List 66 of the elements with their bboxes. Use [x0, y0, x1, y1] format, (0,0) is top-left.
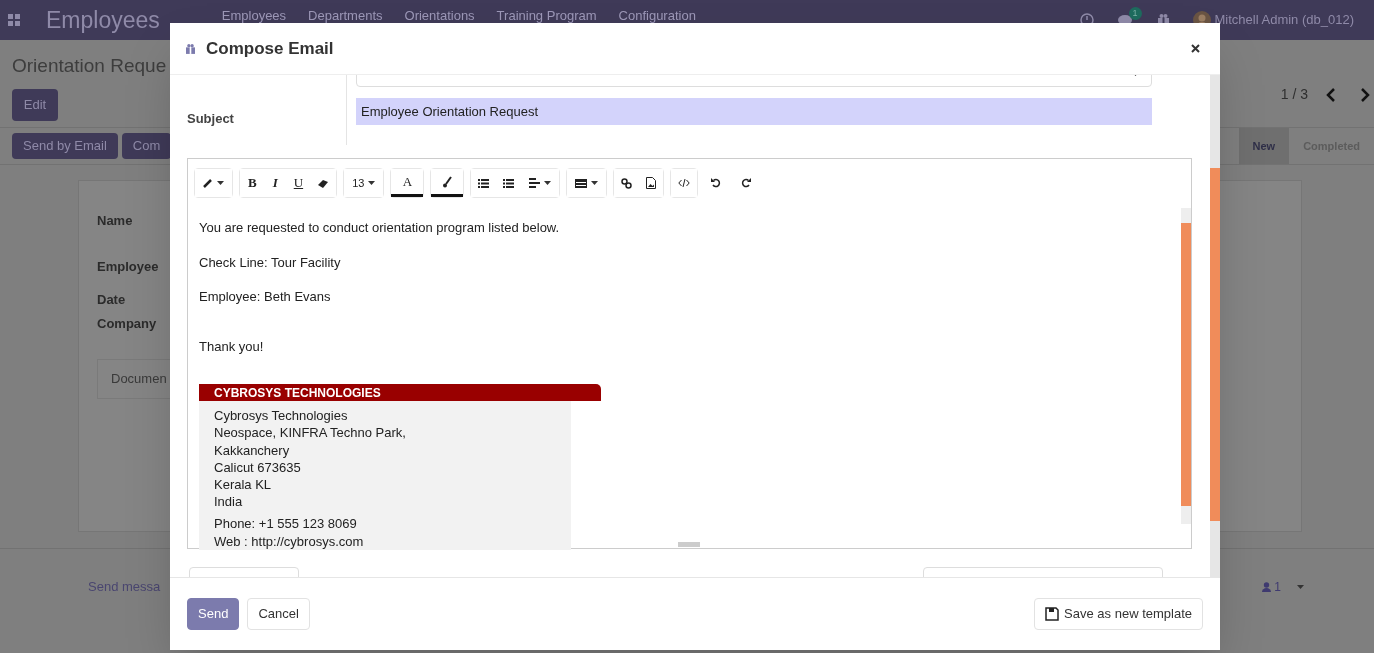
menu-item[interactable]: Employees	[221, 9, 287, 22]
next-icon[interactable]	[1360, 87, 1370, 102]
save-template-button[interactable]: Save as new template	[1034, 598, 1203, 630]
message-count-badge: 1	[1128, 6, 1142, 20]
numbered-list-icon	[503, 178, 515, 188]
body-text: You are requested to conduct orientation program listed below.	[199, 219, 561, 237]
menu-item[interactable]: Departments	[308, 9, 383, 22]
resize-handle[interactable]	[678, 542, 700, 547]
gift-icon	[186, 43, 195, 54]
follower-count[interactable]: 1	[1274, 577, 1281, 596]
cancel-button[interactable]: Cancel	[247, 598, 310, 630]
pen-icon	[203, 178, 213, 188]
address-line: Kerala KL	[214, 476, 273, 494]
eraser-icon	[318, 178, 330, 188]
bulleted-list-icon	[478, 178, 490, 188]
font-size-button[interactable]: 13	[344, 169, 384, 197]
user-name[interactable]: Mitchell Admin (db_012)	[1214, 10, 1354, 30]
breadcrumb: Orientation Reque	[12, 54, 167, 78]
menu-item[interactable]: Configuration	[618, 9, 696, 22]
signature-heading: CYBROSYS TECHNOLOGIES	[199, 384, 601, 401]
send-message-link[interactable]: Send messa	[88, 577, 161, 597]
action-button[interactable]: Send by Email	[12, 133, 118, 159]
action-button[interactable]: Com	[121, 133, 172, 159]
contact-line: Web : http://cybrosys.com	[214, 532, 365, 550]
address-line: Kakkanchery	[214, 441, 291, 459]
table-icon	[575, 178, 588, 188]
previous-icon[interactable]	[1326, 87, 1336, 102]
field-label: Subject	[187, 111, 234, 126]
image-file-icon	[646, 177, 657, 189]
close-icon[interactable]	[1191, 44, 1200, 53]
pager-text: 1 / 3	[1280, 85, 1308, 104]
align-icon	[529, 178, 541, 188]
subject-field[interactable]: Employee Orientation Request	[356, 98, 1152, 125]
send-button[interactable]: Send	[187, 598, 240, 630]
body-text: Thank you!	[199, 337, 265, 356]
table-button[interactable]	[567, 169, 607, 197]
field-label: Name	[97, 212, 133, 230]
font-color-button[interactable]: A	[391, 169, 424, 197]
redo-icon	[741, 178, 752, 188]
body-text: Employee: Beth Evans	[199, 288, 332, 306]
field-label: Employee	[97, 257, 159, 276]
address-line: India	[214, 493, 244, 511]
field-label: Date	[97, 291, 126, 309]
address-line: Cybrosys Technologies	[214, 407, 349, 425]
code-view-button[interactable]	[671, 169, 698, 197]
address-line: Neospace, KINFRA Techno Park,	[214, 424, 407, 442]
apps-menu-icon[interactable]	[8, 14, 20, 26]
code-icon	[678, 179, 691, 187]
email-editor[interactable]	[187, 158, 1192, 549]
undo-icon	[711, 178, 722, 188]
field-label: Company	[97, 314, 157, 333]
menu-item[interactable]: Training Program	[496, 9, 597, 22]
caret-icon	[1297, 584, 1304, 589]
menu-item[interactable]: Orientations	[404, 9, 475, 22]
contact-line: Phone: +1 555 123 8069	[214, 514, 358, 533]
dialog-title: Compose Email	[206, 37, 334, 60]
app-title: Employees	[46, 5, 160, 35]
highlight-button[interactable]	[431, 169, 464, 197]
status-stage[interactable]: New	[1238, 128, 1290, 164]
style-button[interactable]	[195, 169, 232, 197]
person-icon	[1262, 581, 1272, 592]
brush-icon	[442, 175, 453, 188]
link-icon	[621, 177, 633, 189]
address-line: Calicut 673635	[214, 458, 302, 477]
body-text: Check Line: Tour Facility	[199, 253, 342, 272]
edit-button[interactable]: Edit	[12, 88, 58, 121]
